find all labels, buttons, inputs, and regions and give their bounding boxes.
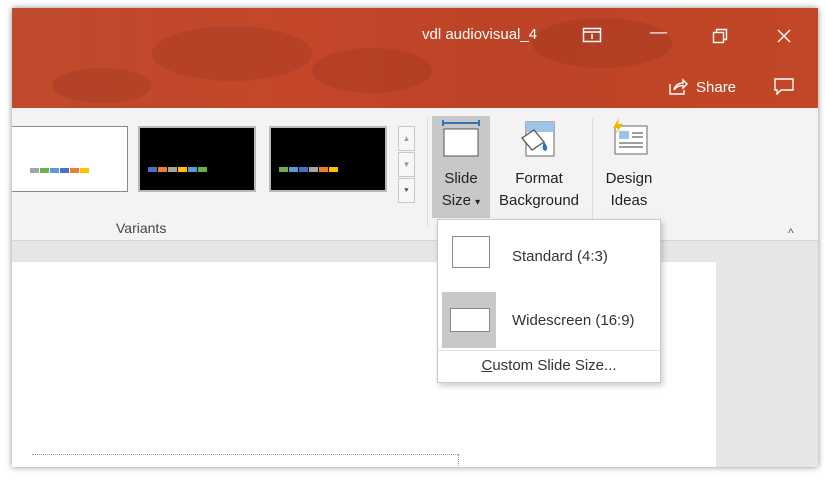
menu-item-standard-label: Standard (4:3) xyxy=(512,248,608,265)
comments-icon[interactable] xyxy=(774,78,794,95)
variants-scroll: ▲ ▼ ⯆ xyxy=(398,126,415,203)
design-ideas-icon xyxy=(613,118,648,155)
ribbon-display-options-icon[interactable] xyxy=(582,27,602,43)
gallery-more[interactable]: ⯆ xyxy=(398,178,415,203)
design-ideas-button[interactable]: Design Ideas xyxy=(597,116,661,218)
menu-item-widescreen-label: Widescreen (16:9) xyxy=(512,312,635,329)
menu-item-widescreen[interactable]: Widescreen (16:9) xyxy=(438,288,660,348)
format-background-label-line1: Format xyxy=(515,170,563,187)
group-separator xyxy=(427,118,428,226)
design-ideas-label-line1: Design xyxy=(605,170,653,187)
placeholder-border xyxy=(32,454,458,455)
standard-preview xyxy=(442,228,496,282)
restore-icon[interactable] xyxy=(712,28,728,44)
custom-access-key: C xyxy=(481,357,493,374)
gallery-scroll-up[interactable]: ▲ xyxy=(398,126,415,151)
chevron-down-icon: ▾ xyxy=(475,197,481,208)
gallery-scroll-down[interactable]: ▼ xyxy=(398,152,415,177)
format-background-label-line2: Background xyxy=(498,192,580,209)
variant-swatches xyxy=(279,167,339,172)
design-ideas-label-line2: Ideas xyxy=(610,192,648,209)
menu-item-standard[interactable]: Standard (4:3) xyxy=(438,224,660,280)
slide-size-label-line1: Slide xyxy=(444,170,478,187)
variant-thumbnail-dark-1[interactable] xyxy=(138,126,256,192)
variant-swatches xyxy=(30,168,90,173)
document-title: vdl audiovisual_4 xyxy=(422,26,538,43)
collapse-ribbon-icon[interactable]: ^ xyxy=(788,226,794,240)
variants-group-label: Variants xyxy=(116,220,167,236)
powerpoint-window: vdl audiovisual_4 — Share ▲ ▼ ⯆ Variants… xyxy=(12,8,818,467)
menu-item-custom-slide-size[interactable]: Custom Slide Size... xyxy=(438,350,660,381)
format-background-icon xyxy=(521,121,555,157)
title-bar: vdl audiovisual_4 — Share xyxy=(12,8,818,108)
placeholder-border-corner xyxy=(458,454,459,467)
custom-slide-size-label: ustom Slide Size... xyxy=(492,357,617,374)
close-icon[interactable] xyxy=(777,29,791,43)
share-icon xyxy=(669,78,688,95)
standard-slide-icon xyxy=(452,236,490,268)
share-label: Share xyxy=(696,78,737,96)
format-background-button[interactable]: Format Background xyxy=(490,116,588,218)
variant-thumbnail-white[interactable] xyxy=(12,126,128,192)
share-button[interactable]: Share xyxy=(668,78,736,96)
variant-thumbnail-dark-2[interactable] xyxy=(269,126,387,192)
slide-size-icon xyxy=(442,120,480,157)
group-separator xyxy=(592,118,593,226)
slide-size-button[interactable]: Slide Size ▾ xyxy=(432,116,490,218)
variant-swatches xyxy=(148,167,208,172)
design-ribbon: ▲ ▼ ⯆ Variants Slide Size ▾ Format Backg… xyxy=(12,108,818,241)
widescreen-preview-selected xyxy=(442,292,496,348)
widescreen-slide-icon xyxy=(450,308,490,332)
slide-size-label-line2: Size xyxy=(441,192,471,209)
minimize-button[interactable]: — xyxy=(650,22,667,42)
slide-size-menu: Standard (4:3) Widescreen (16:9) Custom … xyxy=(437,219,661,383)
